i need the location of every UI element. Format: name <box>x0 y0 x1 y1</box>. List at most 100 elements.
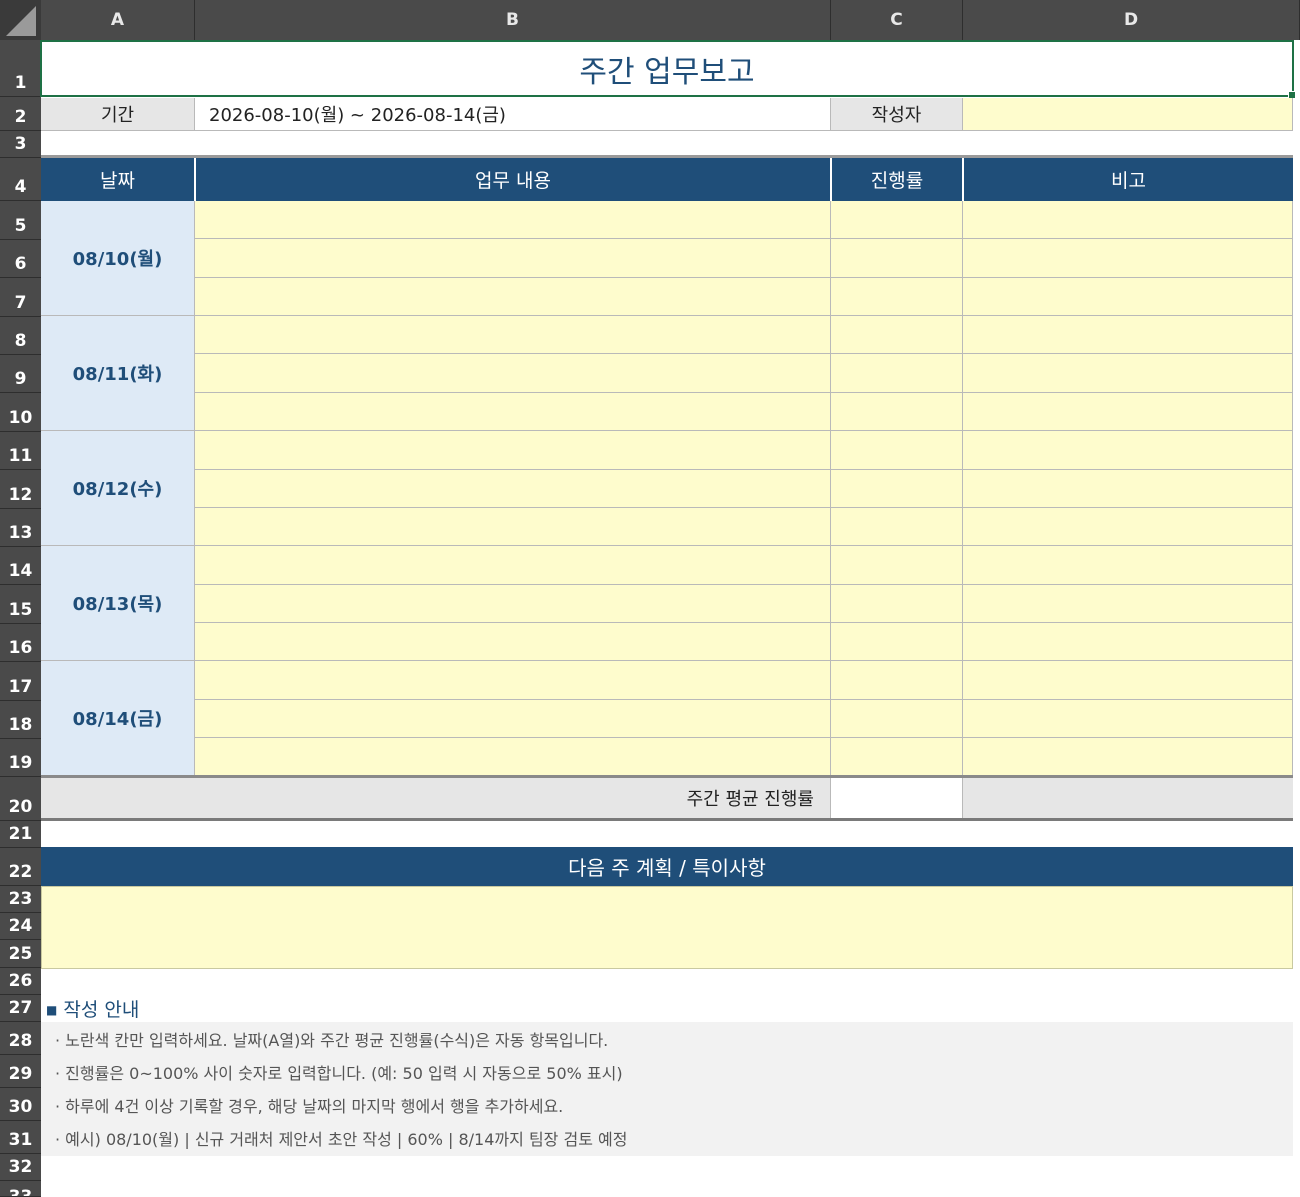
select-all-triangle-icon <box>6 6 36 36</box>
guide-line: · 하루에 4건 이상 기록할 경우, 해당 날짜의 마지막 행에서 행을 추가… <box>55 1097 564 1116</box>
row-header[interactable]: 24 <box>0 913 41 940</box>
row-header[interactable]: 9 <box>0 355 41 393</box>
row-header[interactable]: 12 <box>0 470 41 509</box>
row-header[interactable]: 26 <box>0 968 41 995</box>
row-header[interactable]: 7 <box>0 278 41 317</box>
task-content-cell[interactable] <box>195 431 831 470</box>
task-note-cell[interactable] <box>963 585 1293 623</box>
task-content-cell[interactable] <box>195 623 831 661</box>
author-input[interactable] <box>963 98 1293 131</box>
row-header[interactable]: 29 <box>0 1055 41 1088</box>
task-progress-cell[interactable] <box>831 239 963 278</box>
task-content-cell[interactable] <box>195 700 831 738</box>
task-note-cell[interactable] <box>963 393 1293 431</box>
select-all-corner[interactable] <box>0 0 41 40</box>
row-header[interactable]: 23 <box>0 886 41 913</box>
row-header[interactable]: 8 <box>0 317 41 355</box>
task-note-cell[interactable] <box>963 661 1293 700</box>
task-note-cell[interactable] <box>963 431 1293 470</box>
row-header[interactable]: 28 <box>0 1022 41 1055</box>
header-date: 날짜 <box>41 158 194 201</box>
task-content-cell[interactable] <box>195 316 831 354</box>
next-plan-input[interactable] <box>41 886 1293 969</box>
page-title[interactable]: 주간 업무보고 <box>40 40 1294 97</box>
task-progress-cell[interactable] <box>831 661 963 700</box>
task-content-cell[interactable] <box>195 738 831 776</box>
task-progress-cell[interactable] <box>831 470 963 508</box>
header-progress: 진행률 <box>832 158 962 201</box>
task-note-cell[interactable] <box>963 239 1293 278</box>
task-content-cell[interactable] <box>195 278 831 316</box>
task-progress-cell[interactable] <box>831 508 963 546</box>
task-progress-cell[interactable] <box>831 278 963 316</box>
task-note-cell[interactable] <box>963 470 1293 508</box>
row-header[interactable]: 33 <box>0 1181 41 1197</box>
task-progress-cell[interactable] <box>831 623 963 661</box>
task-note-cell[interactable] <box>963 700 1293 738</box>
column-header-b[interactable]: B <box>195 0 831 40</box>
task-note-cell[interactable] <box>963 278 1293 316</box>
task-note-cell[interactable] <box>963 546 1293 585</box>
task-content-cell[interactable] <box>195 508 831 546</box>
task-note-cell[interactable] <box>963 508 1293 546</box>
period-value[interactable]: 2026-08-10(월) ~ 2026-08-14(금) <box>195 98 831 131</box>
task-note-cell[interactable] <box>963 623 1293 661</box>
task-progress-cell[interactable] <box>831 700 963 738</box>
row-header[interactable]: 6 <box>0 240 41 278</box>
row-header[interactable]: 30 <box>0 1088 41 1121</box>
row-header[interactable]: 3 <box>0 131 41 158</box>
task-content-cell[interactable] <box>195 546 831 585</box>
guide-title: ■ 작성 안내 <box>41 994 441 1022</box>
author-label: 작성자 <box>831 98 963 131</box>
row-header[interactable]: 20 <box>0 777 41 821</box>
row-header[interactable]: 4 <box>0 158 41 201</box>
task-content-cell[interactable] <box>195 201 831 239</box>
row-header[interactable]: 18 <box>0 701 41 739</box>
day-date-cell: 08/12(수) <box>41 431 195 546</box>
row-header[interactable]: 13 <box>0 509 41 547</box>
task-content-cell[interactable] <box>195 585 831 623</box>
row-header[interactable]: 14 <box>0 547 41 585</box>
task-progress-cell[interactable] <box>831 431 963 470</box>
row-header[interactable]: 16 <box>0 624 41 662</box>
row-header[interactable]: 17 <box>0 662 41 701</box>
guide-line: · 예시) 08/10(월) | 신규 거래처 제안서 초안 작성 | 60% … <box>55 1130 628 1149</box>
day-date-cell: 08/10(월) <box>41 201 195 316</box>
next-plan-title: 다음 주 계획 / 특이사항 <box>41 847 1293 886</box>
task-content-cell[interactable] <box>195 239 831 278</box>
day-date-cell: 08/11(화) <box>41 316 195 431</box>
column-header-c[interactable]: C <box>831 0 963 40</box>
task-progress-cell[interactable] <box>831 316 963 354</box>
row-header[interactable]: 21 <box>0 821 41 848</box>
column-header-a[interactable]: A <box>41 0 195 40</box>
task-content-cell[interactable] <box>195 661 831 700</box>
task-content-cell[interactable] <box>195 393 831 431</box>
task-progress-cell[interactable] <box>831 546 963 585</box>
task-note-cell[interactable] <box>963 201 1293 239</box>
row-header[interactable]: 10 <box>0 393 41 432</box>
task-note-cell[interactable] <box>963 354 1293 393</box>
task-note-cell[interactable] <box>963 738 1293 776</box>
column-header-d[interactable]: D <box>963 0 1300 40</box>
task-note-cell[interactable] <box>963 316 1293 354</box>
task-content-cell[interactable] <box>195 354 831 393</box>
row-header[interactable]: 31 <box>0 1121 41 1154</box>
row-header[interactable]: 5 <box>0 201 41 240</box>
task-progress-cell[interactable] <box>831 585 963 623</box>
row-header[interactable]: 15 <box>0 585 41 624</box>
row-header[interactable]: 11 <box>0 432 41 470</box>
task-progress-cell[interactable] <box>831 738 963 776</box>
row-header[interactable]: 27 <box>0 995 41 1022</box>
row-header[interactable]: 32 <box>0 1154 41 1181</box>
row-header[interactable]: 22 <box>0 848 41 886</box>
task-content-cell[interactable] <box>195 470 831 508</box>
task-progress-cell[interactable] <box>831 393 963 431</box>
row-header[interactable]: 2 <box>0 97 41 131</box>
row-header[interactable]: 25 <box>0 940 41 968</box>
task-progress-cell[interactable] <box>831 201 963 239</box>
row-header-column: 1 2 3 4 5 6 7 8 9 10 11 12 13 14 15 16 1… <box>0 40 41 1197</box>
average-value[interactable] <box>831 778 963 818</box>
row-header[interactable]: 19 <box>0 739 41 777</box>
task-progress-cell[interactable] <box>831 354 963 393</box>
row-header[interactable]: 1 <box>0 40 41 97</box>
